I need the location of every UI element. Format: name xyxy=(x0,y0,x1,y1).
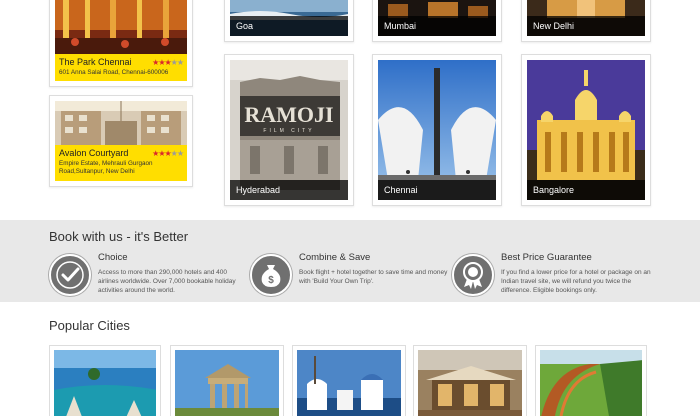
feature-title: Choice xyxy=(98,252,128,263)
destination-card-bangalore[interactable]: Bangalore xyxy=(521,54,651,206)
feature-text: Book flight + hotel together to save tim… xyxy=(299,269,448,285)
feature-choice: Choice Access to more than 290,000 hotel… xyxy=(49,252,249,300)
popular-city-image[interactable] xyxy=(418,350,522,416)
svg-text:RAMOJI: RAMOJI xyxy=(244,102,333,127)
popular-city-card[interactable] xyxy=(292,345,406,416)
popular-city-image[interactable] xyxy=(54,350,156,416)
star-icon: ★★ xyxy=(170,57,184,67)
feature-title: Best Price Guarantee xyxy=(501,252,592,263)
destination-card-hyderabad[interactable]: RAMOJI FILM CITY Hyderabad xyxy=(224,54,354,206)
star-icon: ★★ xyxy=(170,148,184,158)
destination-image[interactable]: Goa xyxy=(230,0,348,36)
destination-card-new-delhi[interactable]: New Delhi xyxy=(521,0,651,42)
destination-image[interactable]: RAMOJI FILM CITY Hyderabad xyxy=(230,60,348,200)
popular-city-card[interactable] xyxy=(413,345,527,416)
destination-card-mumbai[interactable]: Mumbai xyxy=(372,0,502,42)
star-rating: ★★★★★ xyxy=(152,57,184,67)
star-rating: ★★★★★ xyxy=(152,148,184,158)
hotel-name[interactable]: The Park Chennai xyxy=(59,57,132,67)
destination-image[interactable]: Mumbai xyxy=(378,0,496,36)
popular-city-card[interactable] xyxy=(535,345,647,416)
award-badge-icon xyxy=(452,254,494,296)
destination-card-chennai[interactable]: Chennai xyxy=(372,54,502,206)
hotel-photo[interactable] xyxy=(55,0,187,54)
popular-city-image[interactable] xyxy=(297,350,401,416)
feature-best-price: Best Price Guarantee If you find a lower… xyxy=(452,252,652,300)
destination-caption: Chennai xyxy=(378,180,496,200)
popular-city-card[interactable] xyxy=(170,345,284,416)
destination-caption: Mumbai xyxy=(378,16,496,36)
money-bag-icon: $ xyxy=(250,254,292,296)
svg-text:FILM CITY: FILM CITY xyxy=(263,128,314,134)
star-icon: ★★★ xyxy=(152,148,171,158)
popular-city-card[interactable] xyxy=(49,345,161,416)
hotel-name[interactable]: Avalon Courtyard xyxy=(59,148,128,158)
destination-image[interactable]: Chennai xyxy=(378,60,496,200)
hotel-address: Empire Estate, Mehrauli Gurgaon Road,Sul… xyxy=(59,160,153,175)
hotel-info: Avalon Courtyard ★★★★★ Empire Estate, Me… xyxy=(55,145,187,181)
hotel-address: 601 Anna Salai Road, Chennai-600006 xyxy=(59,69,169,76)
destination-image[interactable]: New Delhi xyxy=(527,0,645,36)
destination-caption: New Delhi xyxy=(527,16,645,36)
page: The Park Chennai ★★★★★ 601 Anna Salai Ro… xyxy=(0,0,700,416)
destination-caption: Hyderabad xyxy=(230,180,348,200)
destination-caption: Goa xyxy=(230,16,348,36)
checkmark-icon xyxy=(49,254,91,296)
destination-card-goa[interactable]: Goa xyxy=(224,0,354,42)
hotel-card-avalon-courtyard[interactable]: Avalon Courtyard ★★★★★ Empire Estate, Me… xyxy=(49,95,193,187)
star-icon: ★★★ xyxy=(152,57,171,67)
feature-text: Access to more than 290,000 hotels and 4… xyxy=(98,269,236,294)
section-title-book: Book with us - it's Better xyxy=(49,229,189,244)
hotel-info: The Park Chennai ★★★★★ 601 Anna Salai Ro… xyxy=(55,54,187,81)
svg-text:$: $ xyxy=(268,275,274,286)
feature-text: If you find a lower price for a hotel or… xyxy=(501,269,651,294)
hotel-photo[interactable] xyxy=(55,101,187,145)
feature-combine-save: $ Combine & Save Book flight + hotel tog… xyxy=(250,252,450,300)
section-title-popular-cities: Popular Cities xyxy=(49,318,130,333)
destination-image[interactable]: Bangalore xyxy=(527,60,645,200)
popular-city-image[interactable] xyxy=(540,350,642,416)
hotel-card-park-chennai[interactable]: The Park Chennai ★★★★★ 601 Anna Salai Ro… xyxy=(49,0,193,87)
feature-title: Combine & Save xyxy=(299,252,371,263)
destination-caption: Bangalore xyxy=(527,180,645,200)
popular-city-image[interactable] xyxy=(175,350,279,416)
